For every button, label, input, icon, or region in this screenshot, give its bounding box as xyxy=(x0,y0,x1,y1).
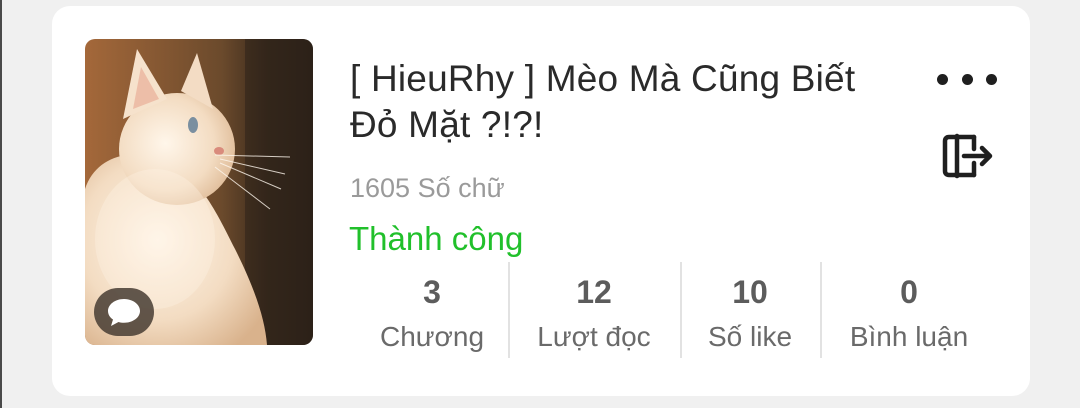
more-dot xyxy=(961,73,973,85)
more-options-button[interactable] xyxy=(937,64,997,94)
stat-label: Số like xyxy=(707,321,793,352)
stat-chapters: 3 Chương xyxy=(356,262,508,358)
stat-likes: 10 Số like xyxy=(680,262,820,358)
stat-label: Bình luận xyxy=(849,321,969,352)
chat-bubble-icon xyxy=(108,299,140,326)
comment-badge[interactable] xyxy=(94,288,154,336)
story-title[interactable]: [ HieuRhy ] Mèo Mà Cũng Biết Đỏ Mặt ?!?! xyxy=(350,56,870,148)
stat-comments: 0 Bình luận xyxy=(820,262,998,358)
more-dots-icon xyxy=(937,73,948,85)
stat-label: Lượt đọc xyxy=(537,321,651,352)
screen-edge xyxy=(0,0,2,408)
page: [ HieuRhy ] Mèo Mà Cũng Biết Đỏ Mặt ?!?!… xyxy=(0,0,1080,408)
stat-value: 0 xyxy=(900,274,918,310)
story-card[interactable]: [ HieuRhy ] Mèo Mà Cũng Biết Đỏ Mặt ?!?!… xyxy=(52,6,1030,396)
stat-value: 12 xyxy=(576,274,612,310)
stat-reads: 12 Lượt đọc xyxy=(508,262,680,358)
status-text: Thành công xyxy=(349,220,524,257)
stat-value: 3 xyxy=(423,274,441,310)
more-dot xyxy=(986,73,997,85)
stat-label: Chương xyxy=(379,321,485,352)
exit-button[interactable] xyxy=(938,127,996,185)
word-count: 1605 Số chữ xyxy=(350,173,505,203)
story-cover-image[interactable] xyxy=(85,39,313,345)
stat-value: 10 xyxy=(732,274,768,310)
exit-door-icon xyxy=(942,133,993,179)
stats-bar: 3 Chương 12 Lượt đọc 10 Số like 0 Bình l… xyxy=(356,262,998,358)
